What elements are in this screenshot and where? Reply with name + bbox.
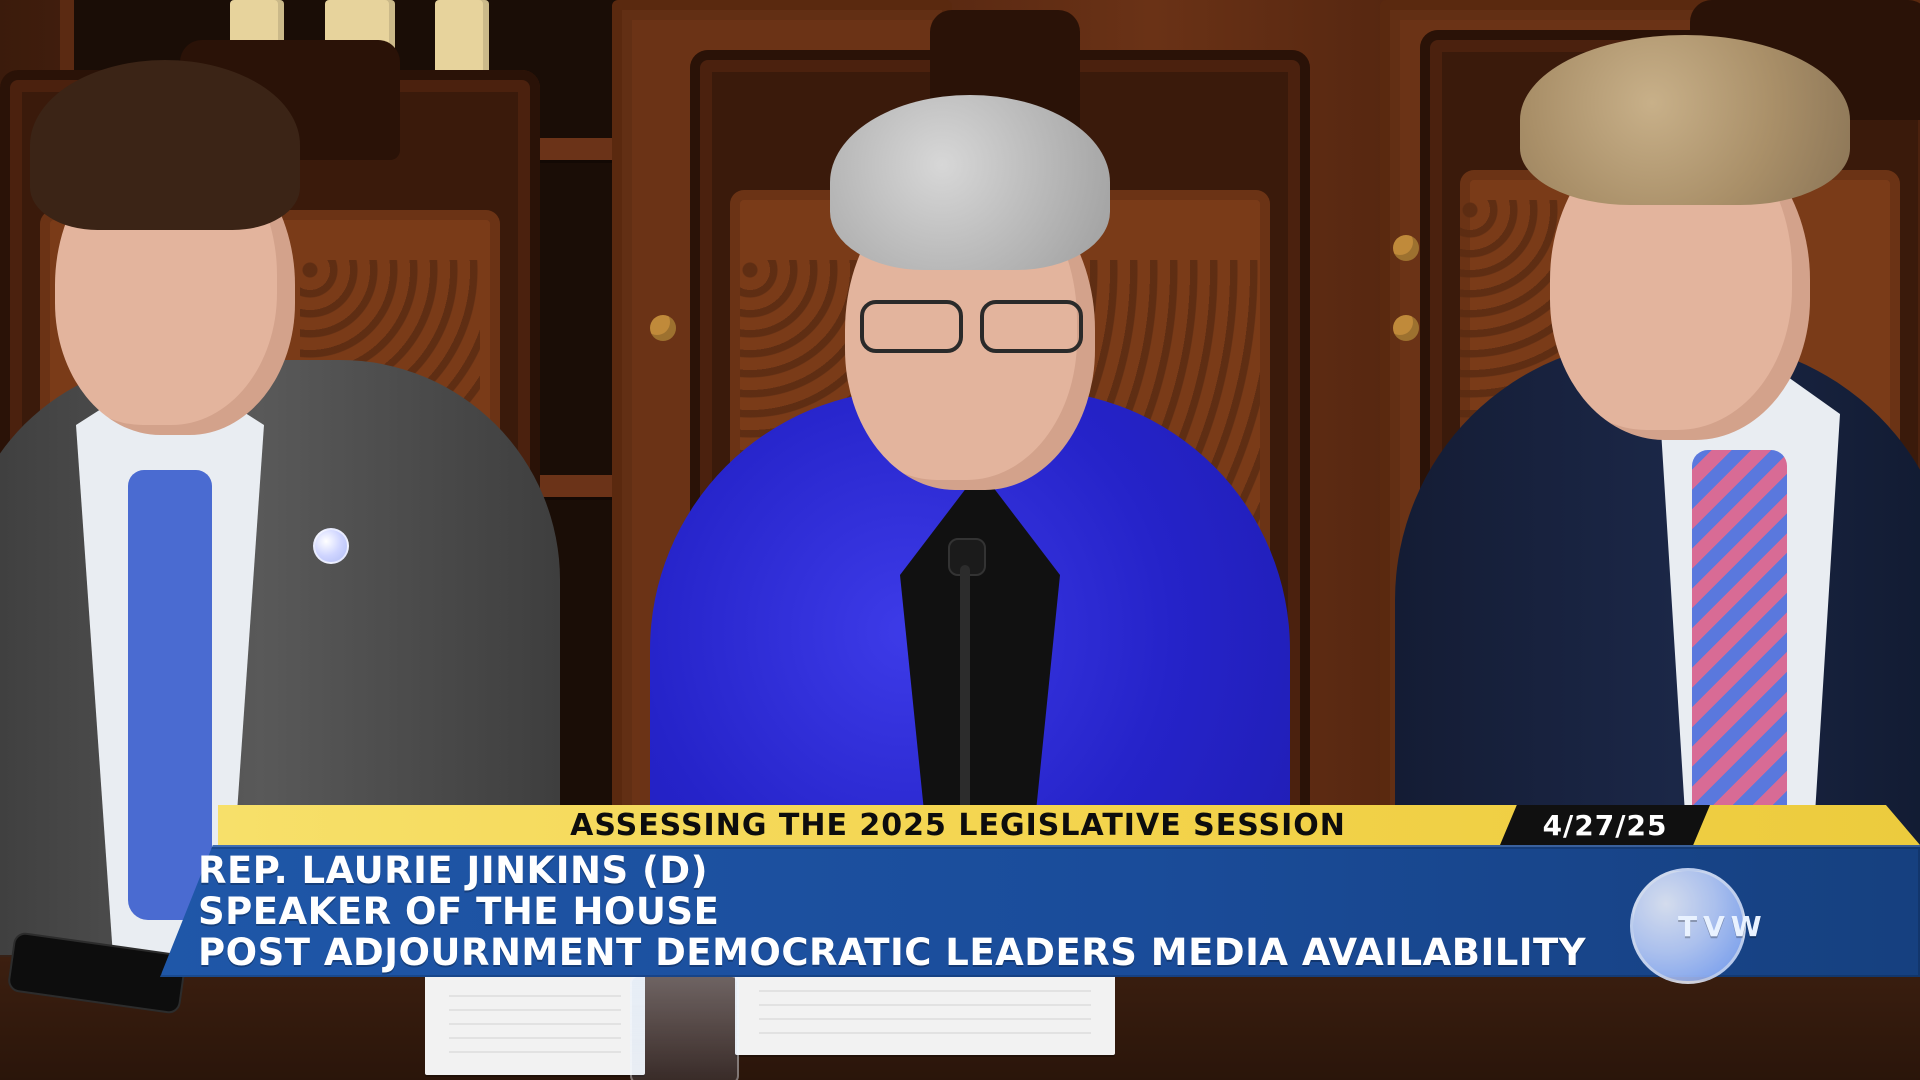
cabinet-knob	[1393, 315, 1419, 341]
paper-stack	[425, 975, 645, 1075]
tvw-logo: TVW	[1620, 858, 1762, 984]
speaker-info: REP. LAURIE JINKINS (D) SPEAKER OF THE H…	[198, 850, 1698, 975]
cabinet-knob	[650, 315, 676, 341]
person-left-hair	[30, 60, 300, 230]
speaker-name-line: REP. LAURIE JINKINS (D)	[198, 849, 709, 892]
logo-text: TVW	[1678, 910, 1768, 943]
event-title-line: POST ADJOURNMENT DEMOCRATIC LEADERS MEDI…	[198, 931, 1587, 974]
date-tab: 4/27/25	[1500, 805, 1710, 845]
headline-text: ASSESSING THE 2025 LEGISLATIVE SESSION	[570, 807, 1346, 843]
lapel-pin	[313, 528, 349, 564]
paper-stack	[735, 970, 1115, 1055]
glasses-left-lens	[860, 300, 963, 353]
person-center-hair	[830, 95, 1110, 270]
paper-text	[449, 995, 621, 1055]
glasses-right-lens	[980, 300, 1083, 353]
speaker-title-line: SPEAKER OF THE HOUSE	[198, 890, 720, 933]
person-right-hair	[1520, 35, 1850, 205]
water-glass	[630, 975, 739, 1080]
paper-text	[759, 990, 1091, 1035]
video-frame: ASSESSING THE 2025 LEGISLATIVE SESSION 4…	[0, 0, 1920, 1080]
cabinet-knob	[1393, 235, 1419, 261]
